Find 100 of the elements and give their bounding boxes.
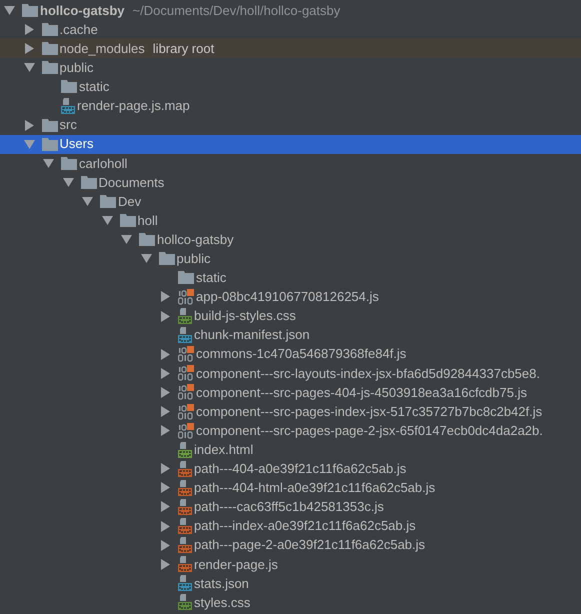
file-name[interactable]: component---src-pages-page-2-jsx-65f0147ecb0dc4da2a2b.	[196, 420, 543, 440]
expanded-arrow-icon[interactable]	[102, 216, 112, 226]
collapsed-arrow-icon[interactable]	[160, 348, 171, 360]
file-name[interactable]: app-08bc4191067708126254.js	[196, 287, 379, 307]
tree-row[interactable]: styles.css	[0, 592, 581, 612]
folder-name[interactable]: src	[60, 115, 77, 135]
tree-row[interactable]: holl	[0, 211, 581, 230]
tree-row[interactable]: node_modules library root	[0, 39, 581, 58]
collapsed-arrow-icon[interactable]	[160, 520, 171, 532]
file-name[interactable]: index.html	[194, 440, 254, 460]
file-name[interactable]: chunk-manifest.json	[194, 325, 310, 345]
tree-row[interactable]: path---index-a0e39f21c11f6a62c5ab.js	[0, 516, 581, 536]
file-name[interactable]: path---404-html-a0e39f21c11f6a62c5ab.js	[194, 478, 436, 498]
collapsed-arrow-icon[interactable]	[24, 43, 34, 54]
folder-name[interactable]: public	[60, 58, 94, 78]
file-name[interactable]: build-js-styles.css	[194, 306, 296, 326]
tree-row[interactable]: carloholl	[0, 154, 581, 173]
collapsed-arrow-icon[interactable]	[160, 368, 171, 379]
collapsed-arrow-icon[interactable]	[160, 291, 171, 302]
file-name[interactable]: component---src-layouts-index-jsx-bfa6d5d92844337cb5e8.	[196, 364, 540, 384]
tree-row[interactable]: hollco-gatsby	[0, 230, 581, 250]
tree-row[interactable]: render-page.js	[0, 554, 581, 574]
selected-row[interactable]: Users	[0, 134, 581, 154]
file-name[interactable]: path---page-2-a0e39f21c11f6a62c5ab.js	[194, 535, 426, 555]
folder-name[interactable]: node_modules	[60, 38, 145, 58]
expanded-arrow-icon[interactable]	[121, 235, 132, 244]
expanded-arrow-icon[interactable]	[24, 63, 34, 72]
collapsed-arrow-icon[interactable]	[160, 482, 171, 494]
collapsed-arrow-icon[interactable]	[160, 310, 171, 322]
folder-name[interactable]: hollco-gatsby	[157, 230, 234, 250]
tree-row[interactable]: Documents	[0, 172, 581, 192]
expanded-arrow-icon[interactable]	[140, 254, 152, 264]
expanded-arrow-icon[interactable]	[43, 158, 54, 168]
collapsed-arrow-icon[interactable]	[160, 558, 171, 570]
js-file-icon	[178, 556, 192, 572]
collapsed-arrow-icon[interactable]	[160, 463, 171, 474]
file-name[interactable]: styles.css	[194, 592, 250, 612]
folder-icon	[120, 214, 136, 228]
tree-row[interactable]: public	[0, 249, 581, 268]
folder-name[interactable]: Dev	[118, 192, 142, 212]
file-name[interactable]: path---index-a0e39f21c11f6a62c5ab.js	[194, 516, 416, 536]
tree-row[interactable]: path---404-html-a0e39f21c11f6a62c5ab.js	[0, 478, 581, 498]
tree-row[interactable]: .cache	[0, 20, 581, 40]
tree-row[interactable]: src	[0, 116, 581, 135]
tree-row[interactable]: path---404-a0e39f21c11f6a62c5ab.js	[0, 459, 581, 478]
tree-row[interactable]: static	[0, 77, 581, 96]
expanded-arrow-icon[interactable]	[82, 196, 93, 206]
folder-icon	[61, 156, 77, 170]
tree-row[interactable]: index.html	[0, 440, 581, 460]
tree-row[interactable]: commons-1c470a546879368fe84f.js	[0, 344, 581, 364]
json-file-icon	[61, 98, 75, 114]
file-name[interactable]: path---404-a0e39f21c11f6a62c5ab.js	[194, 459, 406, 479]
binary-js-file-icon	[178, 384, 194, 400]
tree-row[interactable]: chunk-manifest.json	[0, 326, 581, 345]
tree-row[interactable]: static	[0, 268, 581, 288]
folder-icon	[139, 233, 155, 246]
folder-name[interactable]: Documents	[98, 172, 164, 192]
file-name[interactable]: render-page.js	[194, 554, 278, 574]
folder-name[interactable]: holl	[138, 210, 158, 230]
folder-icon	[80, 176, 96, 189]
file-name[interactable]: path----cac63ff5c1b42581353c.js	[194, 497, 384, 517]
tree-row[interactable]: Dev	[0, 192, 581, 212]
tree-row[interactable]: component---src-layouts-index-jsx-bfa6d5d92844337cb5e8.	[0, 364, 581, 383]
folder-name: Users	[60, 135, 94, 154]
tree-row[interactable]: component---src-pages-404-js-4503918ea3a16cfcdb75.js	[0, 382, 581, 402]
file-name[interactable]: component---src-pages-404-js-4503918ea3a16cfcdb75.js	[196, 382, 527, 402]
tree-row[interactable]: render-page.js.map	[0, 96, 581, 116]
expanded-arrow-icon[interactable]	[4, 6, 15, 16]
collapsed-arrow-icon[interactable]	[160, 501, 171, 512]
file-name[interactable]: render-page.js.map	[77, 96, 190, 116]
collapsed-arrow-icon[interactable]	[24, 120, 34, 131]
file-name[interactable]: stats.json	[194, 574, 249, 594]
folder-name[interactable]: hollco-gatsby	[40, 0, 125, 20]
collapsed-arrow-icon[interactable]	[160, 386, 171, 398]
tree-row[interactable]: public	[0, 58, 581, 78]
collapsed-arrow-icon[interactable]	[24, 24, 34, 36]
folder-icon	[61, 80, 77, 94]
tree-row[interactable]: path---page-2-a0e39f21c11f6a62c5ab.js	[0, 536, 581, 555]
file-name[interactable]: commons-1c470a546879368fe84f.js	[196, 344, 406, 364]
folder-name[interactable]: static	[196, 268, 226, 288]
library-root-label: library root	[152, 40, 214, 58]
folder-name[interactable]: carloholl	[79, 154, 128, 174]
folder-name[interactable]: static	[79, 77, 110, 97]
collapsed-arrow-icon[interactable]	[160, 425, 171, 436]
json-file-icon	[178, 327, 192, 344]
tree-row[interactable]: app-08bc4191067708126254.js	[0, 287, 581, 306]
collapsed-arrow-icon[interactable]	[160, 406, 171, 418]
folder-icon	[22, 4, 38, 18]
collapsed-arrow-icon[interactable]	[160, 540, 171, 551]
tree-row[interactable]: build-js-styles.css	[0, 306, 581, 326]
js-file-icon	[178, 518, 192, 534]
tree-row[interactable]: path----cac63ff5c1b42581353c.js	[0, 497, 581, 517]
folder-name[interactable]: .cache	[60, 20, 98, 40]
file-name[interactable]: component---src-pages-index-jsx-517c35727b7bc8c2b42f.js	[196, 402, 542, 422]
tree-row[interactable]: hollco-gatsby ~/Documents/Dev/holl/hollco-gatsby	[0, 1, 581, 20]
folder-name[interactable]: public	[176, 249, 210, 269]
tree-row[interactable]: component---src-pages-index-jsx-517c35727b7bc8c2b42f.js	[0, 402, 581, 422]
tree-row[interactable]: stats.json	[0, 574, 581, 593]
expanded-arrow-icon[interactable]	[62, 178, 74, 187]
tree-row[interactable]: component---src-pages-page-2-jsx-65f0147ecb0dc4da2a2b.	[0, 421, 581, 440]
